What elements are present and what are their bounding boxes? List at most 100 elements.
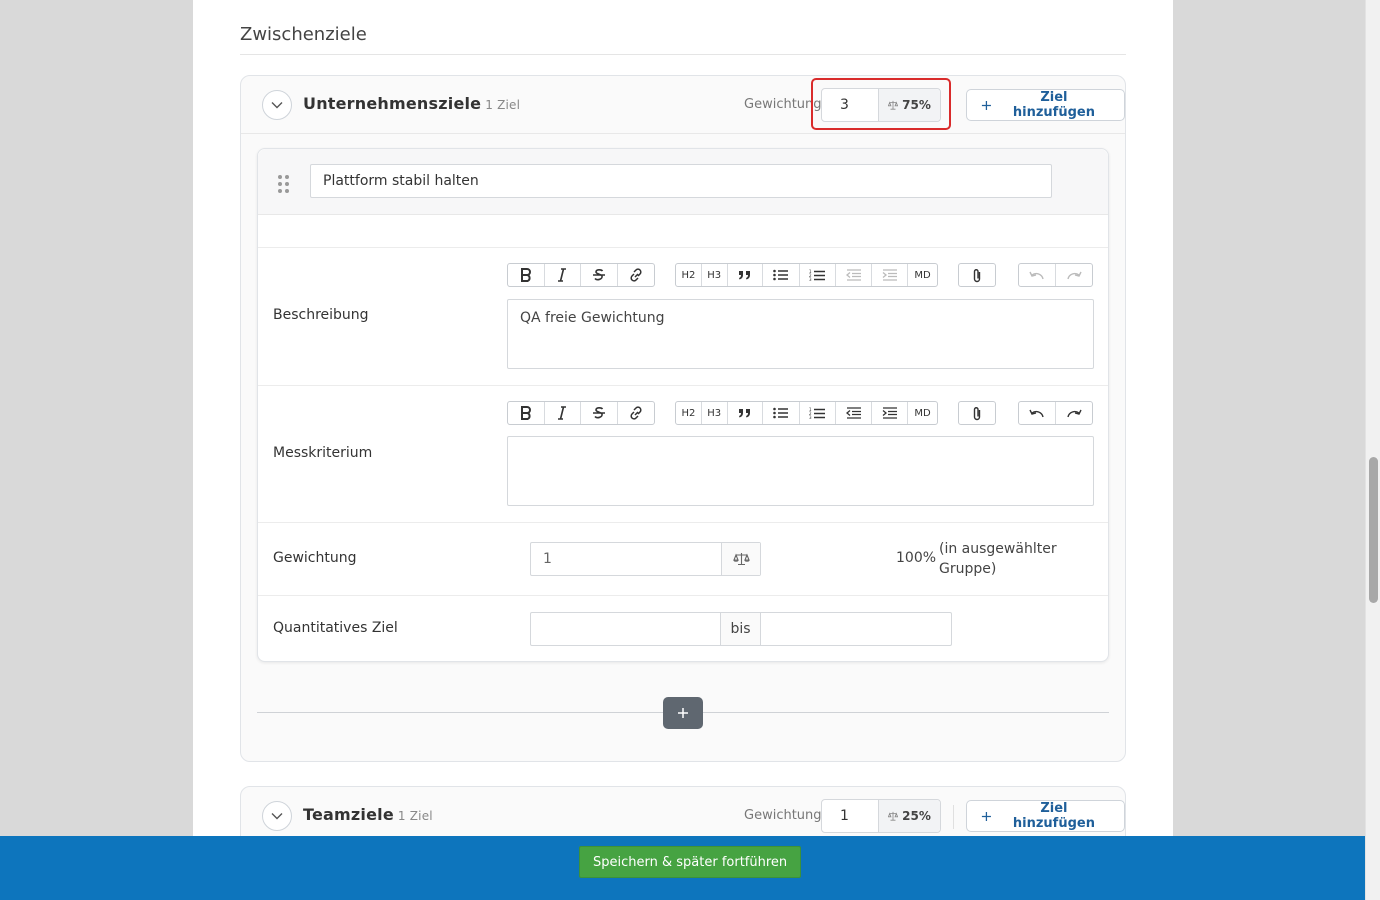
- redo-icon: [1067, 409, 1082, 418]
- footer-bar: Speichern & später fortführen: [0, 836, 1365, 900]
- indent-button[interactable]: [872, 402, 909, 424]
- numbered-list-icon: 123: [809, 407, 825, 420]
- link-icon: [630, 268, 642, 282]
- attach-group: [958, 263, 996, 287]
- italic-button[interactable]: [545, 402, 581, 424]
- group-weight-input[interactable]: [822, 89, 879, 121]
- heading2-button[interactable]: H2: [676, 264, 702, 286]
- strikethrough-button[interactable]: [581, 264, 618, 286]
- quant-label: Quantitatives Ziel: [273, 620, 398, 636]
- group-weight-field: 25%: [821, 799, 941, 833]
- row-divider: [258, 247, 1108, 248]
- save-continue-button[interactable]: Speichern & später fortführen: [579, 846, 802, 878]
- group-weight-percent-value: 25%: [902, 809, 931, 823]
- block-group: H2 H3 123 MD: [675, 401, 938, 425]
- group-count: 1 Ziel: [485, 98, 521, 112]
- paperclip-icon: [973, 268, 981, 282]
- attachment-button[interactable]: [959, 402, 995, 424]
- goal-card-header: [258, 149, 1108, 215]
- strikethrough-icon: [592, 269, 605, 281]
- attachment-button[interactable]: [959, 264, 995, 286]
- format-group: [507, 401, 655, 425]
- heading2-button[interactable]: H2: [676, 402, 702, 424]
- bold-button[interactable]: [508, 264, 545, 286]
- add-goal-label: Ziel hinzufügen: [1012, 90, 1095, 120]
- strikethrough-button[interactable]: [581, 402, 618, 424]
- heading3-button[interactable]: H3: [702, 264, 728, 286]
- outdent-button[interactable]: [836, 264, 873, 286]
- criterion-editor[interactable]: [507, 436, 1094, 506]
- bold-button[interactable]: [508, 402, 545, 424]
- bold-icon: [520, 406, 531, 420]
- indent-button[interactable]: [872, 264, 909, 286]
- plus-icon: [981, 100, 991, 110]
- heading3-button[interactable]: H3: [702, 402, 728, 424]
- chevron-down-icon: [271, 102, 283, 109]
- group-header: Unternehmensziele1 Ziel Gewichtung 75% Z…: [241, 76, 1125, 134]
- collapse-toggle-button[interactable]: [262, 801, 292, 831]
- markdown-button[interactable]: MD: [908, 402, 937, 424]
- goal-weight-note: (in ausgewählter Gruppe): [939, 541, 1057, 577]
- quant-range: bis: [530, 612, 952, 646]
- group-weight-label: Gewichtung: [744, 808, 822, 823]
- quote-icon: [738, 271, 750, 280]
- history-group: [1018, 401, 1093, 425]
- goal-weight-field[interactable]: 1: [530, 542, 761, 576]
- quant-separator: bis: [721, 613, 761, 645]
- numbered-list-button[interactable]: 123: [800, 264, 836, 286]
- criterion-label: Messkriterium: [273, 445, 373, 461]
- goal-weight-percent: 100%: [896, 550, 937, 566]
- criterion-toolbar: H2 H3 123 MD: [507, 401, 1094, 425]
- format-group: [507, 263, 655, 287]
- scrollbar-thumb[interactable]: [1369, 457, 1378, 603]
- drag-handle-icon[interactable]: [278, 175, 289, 193]
- bullet-list-button[interactable]: [763, 264, 801, 286]
- bullet-list-button[interactable]: [763, 402, 801, 424]
- vertical-scrollbar[interactable]: [1365, 0, 1380, 900]
- main-page: Zwischenziele Unternehmensziele 1 Ziel Ge…: [193, 0, 1173, 900]
- goal-title-input[interactable]: [310, 164, 1052, 198]
- add-goal-button[interactable]: Ziel hinzufügen: [966, 800, 1125, 832]
- outdent-button[interactable]: [836, 402, 873, 424]
- collapse-toggle-button[interactable]: [262, 90, 292, 120]
- goal-weight-input[interactable]: 1: [531, 543, 722, 575]
- link-icon: [630, 406, 642, 420]
- group-title-text: Teamziele: [303, 805, 394, 824]
- italic-icon: [558, 406, 567, 420]
- add-goal-button[interactable]: Ziel hinzufügen: [966, 89, 1125, 121]
- undo-button[interactable]: [1019, 264, 1056, 286]
- markdown-button[interactable]: MD: [908, 264, 937, 286]
- quote-button[interactable]: [728, 402, 764, 424]
- link-button[interactable]: [618, 402, 654, 424]
- group-weight-input[interactable]: [822, 800, 879, 832]
- indent-icon: [882, 407, 897, 419]
- plus-icon: [981, 811, 991, 821]
- bullet-list-icon: [773, 407, 789, 419]
- history-group: [1018, 263, 1093, 287]
- quote-button[interactable]: [728, 264, 764, 286]
- goal-weight-label: Gewichtung: [273, 550, 357, 566]
- goal-card: Beschreibung H2 H3 123 MD: [257, 148, 1109, 662]
- scale-icon: [722, 543, 760, 575]
- undo-button[interactable]: [1019, 402, 1056, 424]
- undo-icon: [1029, 409, 1044, 418]
- quant-to-input[interactable]: [761, 613, 951, 645]
- block-group: H2 H3 123 MD: [675, 263, 938, 287]
- section-title: Zwischenziele: [240, 24, 367, 45]
- add-subgoal-button[interactable]: [663, 697, 703, 729]
- description-editor[interactable]: QA freie Gewichtung: [507, 299, 1094, 369]
- link-button[interactable]: [618, 264, 654, 286]
- strikethrough-icon: [592, 407, 605, 419]
- group-weight-field: 75%: [821, 88, 941, 122]
- redo-button[interactable]: [1056, 402, 1092, 424]
- group-weight-label: Gewichtung: [744, 97, 822, 112]
- plus-icon: [678, 708, 688, 718]
- quant-from-input[interactable]: [531, 613, 721, 645]
- redo-button[interactable]: [1056, 264, 1092, 286]
- description-toolbar: H2 H3 123 MD: [507, 263, 1094, 287]
- italic-button[interactable]: [545, 264, 581, 286]
- row-divider: [258, 385, 1108, 386]
- add-goal-label: Ziel hinzufügen: [1012, 801, 1095, 831]
- header-separator: [953, 805, 954, 829]
- numbered-list-button[interactable]: 123: [800, 402, 836, 424]
